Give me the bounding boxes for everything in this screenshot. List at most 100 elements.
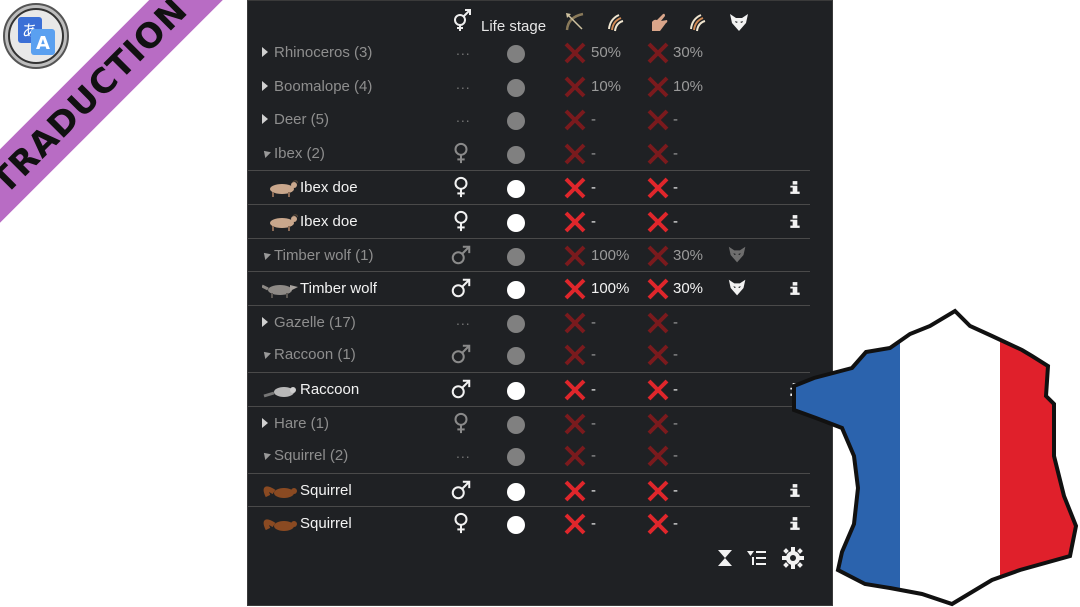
expand-triangle-icon[interactable] (262, 316, 268, 327)
sex-placeholder: ... (456, 109, 471, 126)
claws-icon[interactable] (604, 11, 626, 33)
animal-name: Boomalope (4) (274, 77, 373, 95)
group-row[interactable]: Deer (5)... - - (248, 103, 810, 136)
life-stage-dot (507, 281, 525, 300)
female-icon (454, 412, 468, 433)
x-icon (647, 245, 669, 267)
expand-triangle-icon[interactable] (262, 114, 268, 125)
animal-row[interactable]: Squirrel - - (248, 506, 810, 540)
melee-value: - (673, 346, 678, 364)
info-icon[interactable] (788, 276, 802, 301)
info-icon[interactable] (788, 209, 802, 234)
collapse-triangle-icon[interactable] (261, 349, 271, 360)
animal-row[interactable]: Raccoon - - (248, 372, 810, 406)
group-row[interactable]: Ibex (2) - - (248, 137, 810, 170)
expand-triangle-icon[interactable] (262, 80, 268, 91)
ranged-value: - (591, 313, 596, 331)
life-stage-dot (507, 516, 525, 535)
collapse-triangle-icon[interactable] (261, 147, 271, 158)
female-icon (454, 210, 468, 232)
collapse-triangle-icon[interactable] (261, 450, 271, 461)
group-row[interactable]: Timber wolf (1) 100% 30% (248, 237, 810, 272)
melee-value: 30% (673, 280, 704, 298)
x-icon (647, 480, 669, 502)
life-stage-dot (507, 45, 525, 63)
hourglass-icon[interactable] (714, 547, 736, 569)
life-stage-dot (507, 78, 525, 97)
melee-value: - (673, 481, 678, 499)
ranged-value: 100% (591, 246, 630, 264)
female-icon (454, 142, 468, 163)
male-icon (451, 480, 471, 500)
animal-row[interactable]: Squirrel - - (248, 472, 810, 507)
wolf-head-icon (728, 279, 746, 296)
life-stage-dot (507, 382, 525, 400)
sort-list-icon[interactable] (746, 547, 768, 569)
life-stage-dot (507, 314, 525, 333)
x-icon (564, 445, 586, 467)
sex-placeholder: ... (456, 42, 471, 58)
x-icon (564, 177, 586, 199)
group-row[interactable]: Squirrel (2)... - - (248, 439, 810, 472)
ranged-value: - (591, 515, 596, 533)
group-row[interactable]: Gazelle (17)... - - (248, 304, 810, 339)
female-icon (454, 177, 468, 198)
ranged-value: 100% (591, 280, 630, 298)
sex-placeholder: ... (456, 75, 471, 92)
life-stage-header[interactable]: Life stage (481, 18, 546, 35)
group-row[interactable]: Rhinoceros (3)... 50% 30% (248, 36, 810, 69)
expand-triangle-icon[interactable] (262, 47, 268, 57)
life-stage-dot (507, 448, 525, 467)
life-stage-dot (507, 482, 525, 501)
melee-value: - (673, 144, 678, 162)
x-icon (564, 379, 586, 401)
claws-icon[interactable] (686, 11, 708, 33)
animal-name: Timber wolf (300, 280, 377, 298)
melee-value: - (673, 381, 678, 398)
x-icon (564, 278, 586, 300)
animal-name: Deer (5) (274, 111, 330, 129)
hand-icon[interactable] (648, 11, 670, 33)
animals-panel: Life stage Rhinoceros (3)... 50% 30% Boomal… (247, 0, 833, 606)
collapse-triangle-icon[interactable] (261, 249, 271, 260)
animal-row[interactable]: Timber wolf 100% 30% (248, 271, 810, 305)
animal-name: Gazelle (17) (274, 313, 356, 331)
animal-thumbnail (263, 519, 297, 532)
ranged-value: 50% (591, 44, 622, 61)
life-stage-dot (507, 247, 525, 266)
x-icon (564, 143, 586, 165)
info-icon[interactable] (788, 175, 802, 200)
x-icon (647, 211, 669, 233)
x-icon (564, 211, 586, 233)
bow-icon[interactable] (564, 11, 586, 33)
melee-value: 30% (673, 44, 704, 61)
male-icon (451, 278, 471, 298)
melee-value: - (673, 213, 678, 230)
melee-value: 10% (673, 77, 704, 95)
x-icon (647, 143, 669, 165)
group-row[interactable]: Raccoon (1) - - (248, 338, 810, 371)
gender-icon[interactable] (451, 9, 473, 31)
male-icon (451, 245, 471, 264)
x-icon (564, 344, 586, 366)
expand-triangle-icon[interactable] (262, 417, 268, 428)
ranged-value: - (591, 447, 596, 465)
group-row[interactable]: Hare (1) - - (248, 405, 810, 440)
ranged-value: - (591, 111, 596, 129)
life-stage-dot (507, 415, 525, 434)
melee-value: - (673, 447, 678, 465)
translate-icon: あ A (3, 3, 69, 69)
life-stage-dot (507, 180, 525, 199)
melee-value: - (673, 515, 678, 533)
x-icon (647, 344, 669, 366)
x-icon (564, 312, 586, 334)
x-icon (564, 480, 586, 502)
animal-row[interactable]: Ibex doe - - (248, 170, 810, 204)
wolf-head-icon[interactable] (728, 11, 750, 33)
group-row[interactable]: Boomalope (4)... 10% 10% (248, 70, 810, 103)
female-icon (454, 513, 468, 534)
ranged-value: - (591, 346, 596, 364)
sex-placeholder: ... (456, 445, 471, 462)
animal-row[interactable]: Ibex doe - - (248, 204, 810, 238)
animal-name: Timber wolf (1) (274, 246, 374, 264)
